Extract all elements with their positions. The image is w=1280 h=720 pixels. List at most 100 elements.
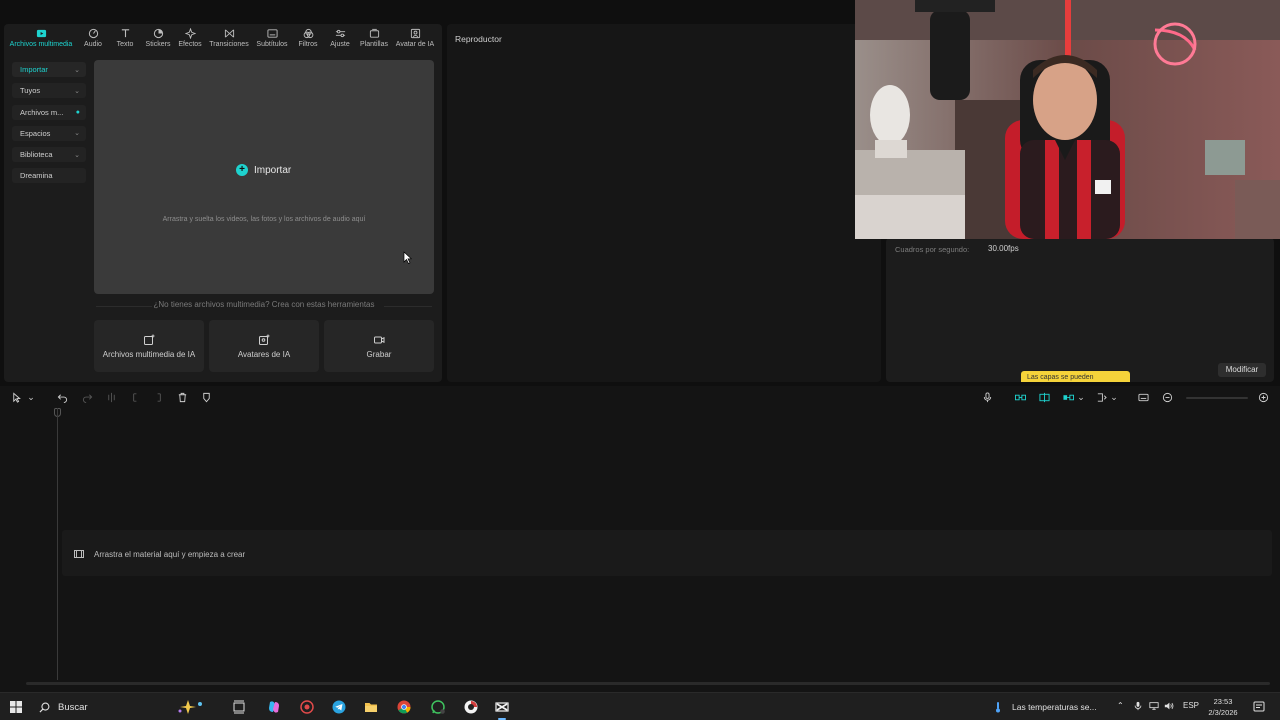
- adjust-icon: [334, 27, 346, 39]
- app-icon[interactable]: [463, 699, 479, 715]
- zoom-in-icon[interactable]: [1257, 391, 1269, 403]
- record-icon: [374, 336, 385, 343]
- webcam-overlay: [855, 0, 1280, 239]
- tab-stickers[interactable]: Stickers: [142, 24, 174, 54]
- transitions-icon: [223, 27, 235, 39]
- copilot-icon[interactable]: [266, 699, 282, 715]
- delete-icon[interactable]: [176, 391, 188, 403]
- zoom-out-icon[interactable]: [1161, 391, 1173, 403]
- main-track[interactable]: Arrastra el material aquí y empieza a cr…: [62, 530, 1272, 576]
- volume-icon[interactable]: [1164, 701, 1174, 713]
- microphone-icon[interactable]: [1133, 701, 1143, 713]
- preview-axis-icon[interactable]: [1095, 391, 1107, 403]
- clock[interactable]: 23:53 2/3/2026: [1206, 696, 1240, 718]
- media-tabs: Archivos multimedia Audio Texto Stickers…: [4, 24, 442, 54]
- import-hint: Arrastra y suelta los videos, las fotos …: [162, 216, 366, 223]
- chevron-down-icon[interactable]: ⌄: [1075, 391, 1087, 403]
- sidebar-item-dreamina[interactable]: Dreamina: [12, 168, 86, 184]
- chrome-icon[interactable]: [396, 699, 412, 715]
- mouse-cursor-icon: [403, 251, 412, 264]
- details-panel: Cuadros por segundo: 30.00fps Las capas …: [886, 238, 1274, 382]
- chevron-down-icon: ⌄: [74, 66, 80, 74]
- ai-media-button[interactable]: Archivos multimedia de IA: [94, 320, 204, 372]
- modify-button[interactable]: Modificar: [1218, 363, 1266, 377]
- trim-right-icon[interactable]: [152, 391, 164, 403]
- task-view-icon[interactable]: [231, 699, 247, 715]
- snap-icon[interactable]: [1038, 391, 1050, 403]
- ai-avatars-button[interactable]: Avatares de IA: [209, 320, 319, 372]
- whatsapp-icon[interactable]: [430, 699, 446, 715]
- zoom-slider[interactable]: [1186, 397, 1248, 399]
- import-button[interactable]: + Importar: [236, 164, 291, 176]
- trim-left-icon[interactable]: [129, 391, 141, 403]
- weather-widget[interactable]: Las temperaturas se...: [994, 701, 1097, 713]
- redo-icon[interactable]: [81, 391, 93, 403]
- record-button[interactable]: Grabar: [324, 320, 434, 372]
- subtitles-icon: [266, 27, 278, 39]
- link-main-track-icon[interactable]: [1014, 391, 1026, 403]
- tab-subtitles[interactable]: Subtítulos: [252, 24, 292, 54]
- caption-icon[interactable]: [1137, 391, 1149, 403]
- media-icon: [35, 27, 47, 39]
- thermometer-icon: [996, 702, 1000, 713]
- capcut-icon[interactable]: [494, 699, 510, 715]
- tab-filters[interactable]: Filtros: [292, 24, 324, 54]
- player-title: Reproductor: [455, 34, 502, 44]
- ai-avatar-icon: [409, 27, 421, 39]
- ai-media-icon: [144, 334, 155, 345]
- fps-label: Cuadros por segundo:: [895, 245, 970, 254]
- microphone-icon[interactable]: [981, 391, 993, 403]
- tab-text[interactable]: Texto: [108, 24, 142, 54]
- search-icon: [39, 702, 50, 713]
- tray-chevron-up-icon[interactable]: ⌃: [1117, 701, 1124, 710]
- split-icon[interactable]: [105, 391, 117, 403]
- layers-tooltip: Las capas se pueden: [1021, 371, 1130, 382]
- toggle-icon: ●: [75, 108, 80, 116]
- player-panel: Reproductor: [447, 24, 881, 382]
- timeline-toolbar: ⌄ ⌄ ⌄: [0, 386, 1280, 408]
- film-icon: [74, 550, 84, 558]
- video-editor-app: Archivos multimedia Audio Texto Stickers…: [0, 0, 1280, 692]
- telegram-icon[interactable]: [331, 699, 347, 715]
- language-indicator[interactable]: ESP: [1183, 701, 1199, 710]
- timeline-scrollbar[interactable]: [26, 682, 1270, 685]
- audio-icon: [87, 27, 99, 39]
- playhead[interactable]: [57, 408, 58, 680]
- tab-media[interactable]: Archivos multimedia: [4, 24, 78, 54]
- tab-transitions[interactable]: Transiciones: [206, 24, 252, 54]
- filters-icon: [302, 27, 314, 39]
- taskbar-search[interactable]: Buscar: [33, 696, 219, 718]
- taskbar: Buscar Las temperaturas se... ⌃ ESP 23:5…: [0, 692, 1280, 720]
- templates-icon: [368, 27, 380, 39]
- track-drop-hint: Arrastra el material aquí y empieza a cr…: [74, 549, 245, 559]
- notifications-icon[interactable]: [1251, 699, 1267, 715]
- plus-icon: +: [236, 164, 248, 176]
- tab-audio[interactable]: Audio: [78, 24, 108, 54]
- recorder-app-icon[interactable]: [299, 699, 315, 715]
- creation-tools: Archivos multimedia de IA Avatares de IA…: [94, 320, 434, 372]
- chevron-down-icon[interactable]: ⌄: [1108, 391, 1120, 403]
- tab-adjust[interactable]: Ajuste: [324, 24, 356, 54]
- copilot-highlight-icon: [178, 700, 202, 714]
- import-drop-zone[interactable]: + Importar Arrastra y suelta los videos,…: [94, 60, 434, 294]
- ai-avatars-icon: [259, 334, 270, 345]
- tab-templates[interactable]: Plantillas: [356, 24, 392, 54]
- sidebar-item-library[interactable]: Biblioteca ⌄: [12, 147, 86, 163]
- sidebar-item-spaces[interactable]: Espacios ⌄: [12, 125, 86, 141]
- sticker-icon: [152, 27, 164, 39]
- chevron-down-icon[interactable]: ⌄: [25, 391, 37, 403]
- empty-media-prompt: ¿No tienes archivos multimedia? Crea con…: [153, 300, 375, 309]
- start-button[interactable]: [8, 699, 24, 715]
- marker-icon[interactable]: [200, 391, 212, 403]
- tab-effects[interactable]: Efectos: [174, 24, 206, 54]
- network-icon[interactable]: [1149, 701, 1159, 713]
- undo-icon[interactable]: [56, 391, 68, 403]
- sidebar-item-yours[interactable]: Tuyos ⌄: [12, 83, 86, 99]
- sidebar-item-media-files[interactable]: Archivos m... ●: [12, 104, 86, 120]
- select-tool-icon[interactable]: [10, 391, 22, 403]
- media-sidebar: Importar ⌄ Tuyos ⌄ Archivos m... ● Espac…: [12, 62, 86, 190]
- file-explorer-icon[interactable]: [363, 699, 379, 715]
- sidebar-item-import[interactable]: Importar ⌄: [12, 62, 86, 77]
- tab-ai-avatar[interactable]: Avatar de IA: [392, 24, 438, 54]
- linkage-icon[interactable]: [1062, 391, 1074, 403]
